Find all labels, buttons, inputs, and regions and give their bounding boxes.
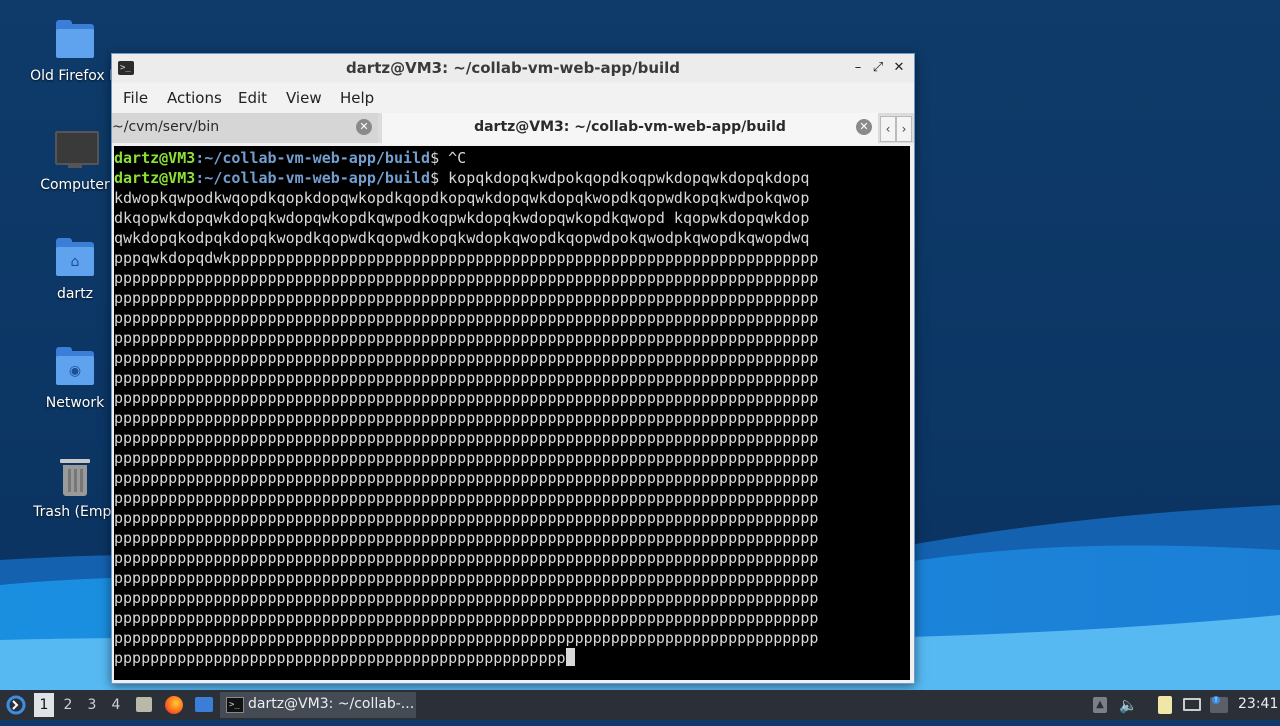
terminal-line: dkqopwkdopqwkdopqkwdopqwkopdkqwpodkoqpwk…: [114, 209, 810, 227]
terminal-output-block: kdwopkqwpodkwqopdkqopkdopqwkopdkqopdkopq…: [114, 188, 818, 668]
task-label: dartz@VM3: ~/collab-...: [248, 696, 415, 712]
workspace-2[interactable]: 2: [58, 696, 78, 726]
maximize-button[interactable]: ⤢: [869, 59, 887, 77]
terminal-line: pppppppppppppppppppppppppppppppppppppppp…: [114, 629, 819, 647]
workspace-4[interactable]: 4: [106, 696, 126, 726]
terminal-output[interactable]: dartz@VM3:~/collab-vm-web-app/build$ ^C d…: [114, 146, 910, 680]
tab-cvm-serv-bin[interactable]: ~/cvm/serv/bin ✕: [112, 113, 378, 143]
tab-scroll-left-icon[interactable]: ‹: [880, 116, 896, 142]
terminal-cursor: [565, 648, 575, 666]
terminal-lines: dartz@VM3:~/collab-vm-web-app/build$ ^C d…: [114, 148, 818, 668]
minimize-button[interactable]: –: [849, 59, 867, 77]
tab-label: ~/cvm/serv/bin: [112, 119, 220, 135]
menu-help[interactable]: Help: [340, 89, 374, 107]
terminal-line: pppppppppppppppppppppppppppppppppppppppp…: [114, 489, 819, 507]
volume-icon[interactable]: 🔈: [1119, 696, 1138, 714]
close-button[interactable]: ✕: [890, 59, 908, 77]
tray-up-arrow-icon[interactable]: ▲: [1091, 696, 1109, 714]
terminal-line: qwkdopqkodpqkdopqkwopdkqopwdkqopwdkopqkw…: [114, 229, 810, 247]
home-folder-icon: ⌂: [54, 238, 96, 280]
terminal-line: pppppppppppppppppppppppppppppppppppppppp…: [114, 409, 819, 427]
tab-collab-vm-build[interactable]: dartz@VM3: ~/collab-vm-web-app/build ✕: [382, 113, 878, 145]
clock: 23:41: [1238, 696, 1279, 712]
tab-scroll-right-icon[interactable]: ›: [896, 116, 912, 142]
tab-close-icon[interactable]: ✕: [856, 119, 872, 135]
menu-edit[interactable]: Edit: [238, 89, 267, 107]
terminal-line: pppppppppppppppppppppppppppppppppppppppp…: [114, 569, 819, 587]
terminal-line: kdwopkqwpodkwqopdkqopkdopqwkopdkqopdkopq…: [114, 189, 810, 207]
trash-icon: [54, 456, 96, 498]
terminal-line: pppqwkdopqdwkppppppppppppppppppppppppppp…: [114, 249, 819, 267]
terminal-line: pppppppppppppppppppppppppppppppppppppppp…: [114, 329, 819, 347]
terminal-line: pppppppppppppppppppppppppppppppppppppppp…: [114, 429, 819, 447]
menubar: File Actions Edit View Help: [112, 83, 914, 113]
terminal-line: pppppppppppppppppppppppppppppppppppppppp…: [114, 529, 819, 547]
terminal-icon: >_: [226, 697, 244, 713]
menu-view[interactable]: View: [286, 89, 322, 107]
terminal-line: pppppppppppppppppppppppppppppppppppppppp…: [114, 289, 819, 307]
terminal-line: pppppppppppppppppppppppppppppppppppppppp…: [114, 349, 819, 367]
terminal-line: dartz@VM3:~/collab-vm-web-app/build$ kop…: [114, 169, 810, 187]
terminal-line: pppppppppppppppppppppppppppppppppppppppp…: [114, 389, 819, 407]
workspace-3[interactable]: 3: [82, 696, 102, 726]
clipboard-icon[interactable]: [1156, 696, 1174, 714]
menu-file[interactable]: File: [123, 89, 148, 107]
folder-icon: [54, 20, 96, 62]
taskbar: 1 2 3 4 >_ dartz@VM3: ~/collab-... ▲ 🔈 !…: [0, 690, 1280, 720]
terminal-line: pppppppppppppppppppppppppppppppppppppppp…: [114, 369, 819, 387]
tab-bar: ~/cvm/serv/bin ✕ dartz@VM3: ~/collab-vm-…: [112, 113, 914, 145]
terminal-line: pppppppppppppppppppppppppppppppppppppppp…: [114, 609, 819, 627]
terminal-line: pppppppppppppppppppppppppppppppppppppppp…: [114, 589, 819, 607]
network-folder-icon: ◉: [54, 347, 96, 389]
network-tray-icon[interactable]: [1183, 696, 1201, 714]
show-desktop-button[interactable]: [193, 690, 215, 720]
menu-actions[interactable]: Actions: [167, 89, 222, 107]
computer-icon: [54, 129, 99, 171]
firefox-launcher[interactable]: [163, 690, 185, 720]
window-title: dartz@VM3: ~/collab-vm-web-app/build: [345, 59, 681, 77]
terminal-line: pppppppppppppppppppppppppppppppppppppppp…: [114, 269, 819, 287]
task-button-terminal[interactable]: >_ dartz@VM3: ~/collab-...: [220, 692, 416, 718]
terminal-line: pppppppppppppppppppppppppppppppppppppppp…: [114, 509, 819, 527]
desktop-icon: [195, 697, 213, 712]
file-manager-launcher[interactable]: [134, 690, 154, 720]
terminal-line: pppppppppppppppppppppppppppppppppppppppp…: [114, 648, 818, 668]
window-titlebar[interactable]: >_ dartz@VM3: ~/collab-vm-web-app/build …: [112, 54, 914, 82]
terminal-line: dartz@VM3:~/collab-vm-web-app/build$ ^C: [114, 149, 467, 167]
terminal-line: pppppppppppppppppppppppppppppppppppppppp…: [114, 469, 819, 487]
update-notifier-icon[interactable]: !: [1210, 696, 1228, 714]
start-menu-button[interactable]: [4, 690, 28, 720]
firefox-icon: [165, 696, 183, 714]
tab-label: dartz@VM3: ~/collab-vm-web-app/build: [474, 119, 786, 135]
workspace-1[interactable]: 1: [34, 693, 54, 717]
terminal-line: pppppppppppppppppppppppppppppppppppppppp…: [114, 309, 819, 327]
file-manager-icon: [136, 697, 152, 712]
lxqt-logo-icon: [6, 695, 26, 715]
tab-close-icon[interactable]: ✕: [356, 119, 372, 135]
terminal-line: pppppppppppppppppppppppppppppppppppppppp…: [114, 549, 819, 567]
terminal-line: pppppppppppppppppppppppppppppppppppppppp…: [114, 449, 819, 467]
terminal-window[interactable]: >_ dartz@VM3: ~/collab-vm-web-app/build …: [111, 53, 915, 684]
